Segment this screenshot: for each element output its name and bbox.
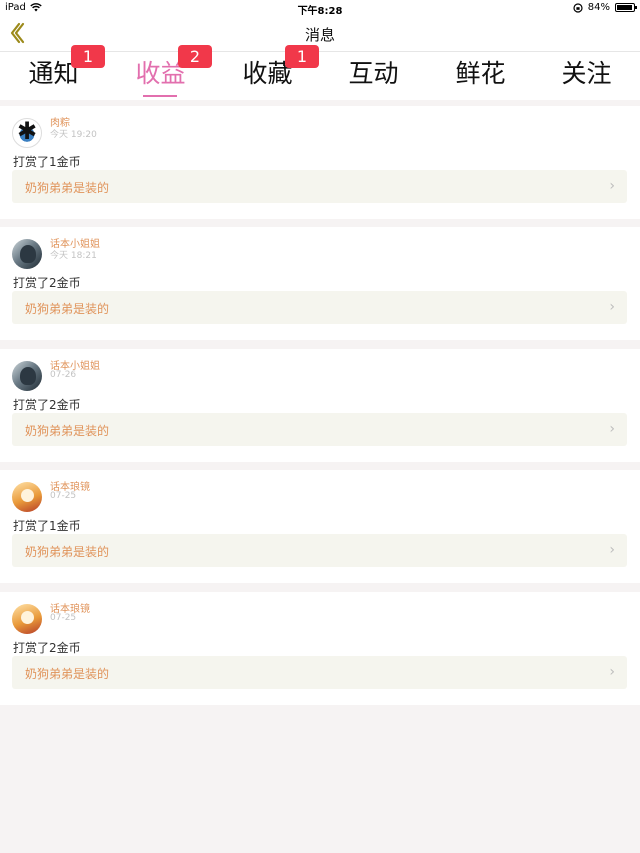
page-title: 消息	[304, 26, 335, 44]
timestamp: 07-25	[50, 491, 77, 501]
avatar[interactable]	[12, 361, 42, 391]
work-link[interactable]: 奶狗弟弟是装的 ›	[12, 170, 627, 203]
chevron-right-icon: ›	[609, 421, 615, 437]
tab-following[interactable]: 关注	[533, 52, 640, 100]
work-link[interactable]: 奶狗弟弟是装的 ›	[12, 656, 627, 689]
work-link[interactable]: 奶狗弟弟是装的 ›	[12, 413, 627, 446]
work-title: 奶狗弟弟是装的	[25, 545, 110, 559]
battery-percent: 84%	[587, 2, 610, 13]
timestamp: 07-25	[50, 613, 77, 623]
avatar[interactable]	[12, 482, 42, 512]
work-title: 奶狗弟弟是装的	[25, 667, 110, 681]
tab-badge: 2	[178, 45, 212, 68]
work-title: 奶狗弟弟是装的	[25, 181, 110, 195]
tab-label: 互动	[348, 59, 399, 88]
active-tab-indicator	[143, 95, 177, 97]
timestamp: 07-26	[50, 370, 77, 380]
action-text: 打赏了2金币	[13, 641, 81, 655]
chevron-right-icon: ›	[609, 664, 615, 680]
tab-earnings[interactable]: 收益 2	[107, 45, 214, 100]
avatar[interactable]	[12, 118, 42, 148]
action-text: 打赏了1金币	[13, 155, 81, 169]
work-title: 奶狗弟弟是装的	[25, 302, 110, 316]
status-right: 84%	[573, 2, 637, 13]
tab-label: 鲜花	[455, 59, 506, 88]
notification-card: 话本小姐姐 07-26 打赏了2金币 奶狗弟弟是装的 ›	[0, 349, 640, 462]
status-bar: iPad 下午8:28 84%	[0, 0, 640, 17]
avatar[interactable]	[12, 239, 42, 269]
action-text: 打赏了2金币	[13, 276, 81, 290]
work-link[interactable]: 奶狗弟弟是装的 ›	[12, 291, 627, 324]
tab-flowers[interactable]: 鲜花	[427, 52, 534, 100]
timestamp: 今天 18:21	[50, 251, 97, 261]
avatar[interactable]	[12, 604, 42, 634]
tab-interactions[interactable]: 互动	[320, 52, 427, 100]
notification-card: 话本琅镜 07-25 打赏了2金币 奶狗弟弟是装的 ›	[0, 592, 640, 705]
notification-card: 话本小姐姐 今天 18:21 打赏了2金币 奶狗弟弟是装的 ›	[0, 227, 640, 340]
action-text: 打赏了1金币	[13, 519, 81, 533]
rotation-lock-icon	[573, 2, 583, 13]
action-text: 打赏了2金币	[13, 398, 81, 412]
tab-notifications[interactable]: 通知 1	[0, 45, 107, 100]
tab-badge: 1	[71, 45, 105, 68]
work-link[interactable]: 奶狗弟弟是装的 ›	[12, 534, 627, 567]
work-title: 奶狗弟弟是装的	[25, 424, 110, 438]
notification-card: 话本琅镜 07-25 打赏了1金币 奶狗弟弟是装的 ›	[0, 470, 640, 583]
tab-badge: 1	[285, 45, 319, 68]
chevron-right-icon: ›	[609, 299, 615, 315]
battery-fill	[617, 5, 633, 10]
battery-icon	[615, 3, 637, 12]
tab-bar: 通知 1 收益 2 收藏 1 互动 鲜花 关注	[0, 45, 640, 100]
tab-label: 关注	[561, 59, 612, 88]
status-time: 下午8:28	[297, 6, 343, 17]
chevron-right-icon: ›	[609, 178, 615, 194]
tab-favorites[interactable]: 收藏 1	[214, 45, 321, 100]
chevron-right-icon: ›	[609, 542, 615, 558]
timestamp: 今天 19:20	[50, 130, 97, 140]
notification-card: 肉粽 今天 19:20 打赏了1金币 奶狗弟弟是装的 ›	[0, 106, 640, 219]
